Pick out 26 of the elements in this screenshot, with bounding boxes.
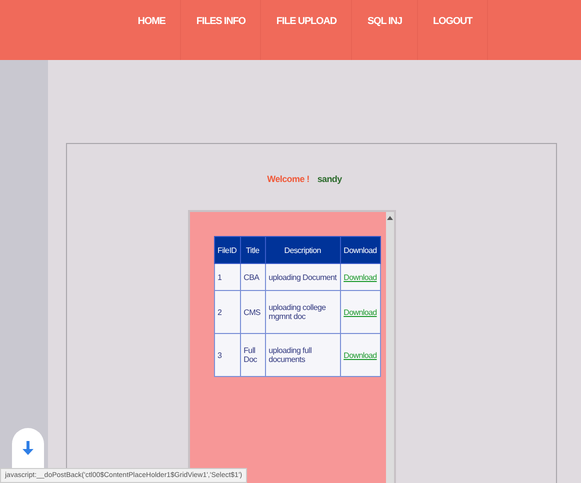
column-header: Title (240, 236, 266, 264)
table-cell: CMS (244, 308, 260, 316)
download-button[interactable] (12, 428, 44, 468)
table-cell: CBA (244, 272, 260, 282)
welcome-label: Welcome ! (267, 174, 310, 184)
column-header: Description (265, 236, 340, 264)
nav-link[interactable]: HOME (122, 0, 182, 60)
nav-link[interactable]: SQL INJ (352, 0, 418, 60)
user-name: sandy (317, 174, 342, 184)
nav-link[interactable]: FILES INFO (181, 0, 262, 60)
column-header: FileID (214, 236, 240, 264)
table-cell: uploading full documents (268, 346, 312, 364)
table-cell: 2 (218, 308, 222, 316)
scrollbar[interactable] (386, 212, 394, 483)
table-cell: uploading Document (268, 272, 337, 282)
table-cell: 1 (218, 272, 222, 282)
nav-link[interactable]: LOGOUT (418, 0, 488, 60)
scroll-up-icon[interactable] (386, 216, 392, 220)
nav-link[interactable]: FILE UPLOAD (261, 0, 352, 60)
download-link[interactable]: Download (344, 350, 377, 360)
download-link[interactable]: Download (344, 308, 377, 316)
column-header: Download (340, 236, 380, 264)
table-cell: uploading college mgmnt doc (268, 303, 326, 321)
table-cell: 3 (218, 350, 222, 360)
table-cell: Full Doc (244, 346, 257, 364)
down-arrow-icon (22, 441, 34, 455)
